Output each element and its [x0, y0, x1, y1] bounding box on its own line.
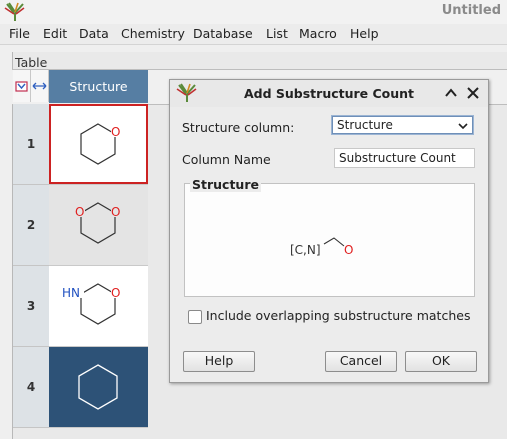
add-substructure-count-dialog: Add Substructure Count Structure column:…: [169, 79, 489, 383]
query-atom-list: [C,N]: [290, 243, 321, 257]
table-caption: Table: [15, 55, 48, 70]
cancel-button[interactable]: Cancel: [325, 351, 397, 372]
structure-group-label: Structure: [190, 177, 261, 192]
row-number[interactable]: 2: [13, 185, 49, 266]
row-number[interactable]: 1: [13, 104, 49, 185]
column-name-field[interactable]: Substructure Count: [334, 148, 475, 168]
row-number[interactable]: 3: [13, 266, 49, 347]
menu-file[interactable]: File: [9, 26, 30, 41]
oxazinane-molecule: O HN: [62, 283, 121, 325]
close-icon[interactable]: [466, 86, 480, 100]
menu-macro[interactable]: Macro: [299, 26, 337, 41]
insert-row-button[interactable]: [13, 70, 31, 102]
atom-label: O: [111, 125, 120, 139]
menu-bar: File Edit Data Chemistry Database List M…: [0, 24, 507, 45]
query-atom-o: O: [344, 243, 353, 257]
tetrahydropyran-molecule: O: [49, 104, 148, 184]
row-number[interactable]: 4: [13, 347, 49, 428]
atom-label: O: [75, 205, 84, 219]
structure-column-value: Structure: [337, 118, 393, 132]
atom-label: O: [111, 286, 120, 300]
dialog-titlebar[interactable]: Add Substructure Count: [170, 80, 488, 107]
ok-button[interactable]: OK: [405, 351, 477, 372]
structure-cell-dioxane[interactable]: O O: [49, 185, 148, 266]
help-button[interactable]: Help: [183, 351, 255, 372]
structure-cell-tetrahydropyran[interactable]: O: [49, 104, 148, 185]
column-name-label: Column Name: [182, 152, 271, 167]
include-overlapping-checkbox[interactable]: [188, 310, 202, 324]
menu-list[interactable]: List: [266, 26, 288, 41]
structure-column-label: Structure column:: [182, 120, 295, 135]
dropdown-arrow-icon: [458, 123, 468, 130]
app-logo-icon: [4, 2, 25, 21]
menu-help[interactable]: Help: [350, 26, 379, 41]
menu-data[interactable]: Data: [79, 26, 109, 41]
column-header-structure[interactable]: Structure: [49, 70, 148, 103]
include-overlapping-label[interactable]: Include overlapping substructure matches: [206, 308, 470, 323]
query-structure: [C,N] O: [290, 237, 353, 257]
menu-chemistry[interactable]: Chemistry: [121, 26, 185, 41]
atom-label: O: [111, 205, 120, 219]
resize-columns-button[interactable]: [31, 70, 49, 102]
window-titlebar: Untitled: [0, 0, 507, 24]
menu-database[interactable]: Database: [193, 26, 253, 41]
dioxane-molecule: O O: [75, 202, 121, 244]
structure-cell-cyclohexane[interactable]: [49, 347, 148, 428]
cyclohexane-molecule: [78, 364, 118, 410]
menu-edit[interactable]: Edit: [43, 26, 67, 41]
window-title: Untitled: [441, 3, 501, 18]
structure-column-select[interactable]: Structure: [331, 115, 474, 135]
structure-cell-oxazinane[interactable]: O HN: [49, 266, 148, 347]
insert-row-icon: [15, 81, 28, 92]
atom-label: HN: [62, 286, 80, 300]
resize-columns-icon: [32, 82, 47, 90]
collapse-chevron-icon[interactable]: [444, 86, 458, 100]
dialog-title: Add Substructure Count: [243, 86, 415, 101]
